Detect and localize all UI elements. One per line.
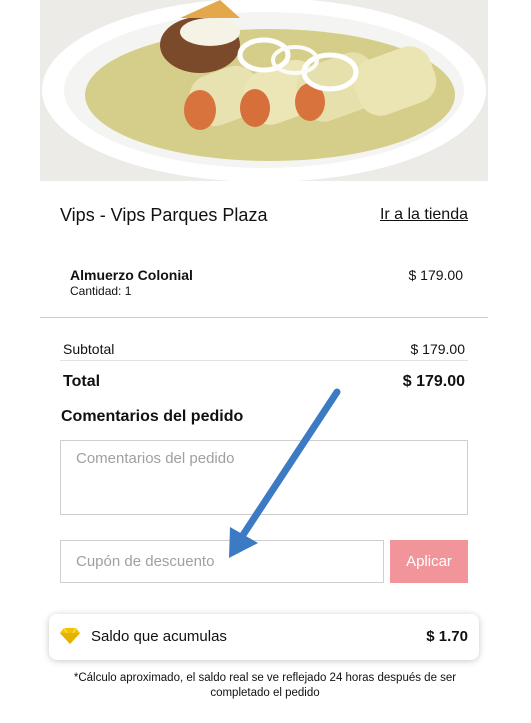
section-divider [40, 317, 488, 318]
diamond-icon [60, 627, 80, 644]
balance-label: Saldo que acumulas [91, 628, 227, 645]
total-label: Total [63, 373, 101, 390]
order-comments-field[interactable] [60, 440, 468, 515]
total-value: $ 179.00 [402, 373, 465, 390]
comments-title: Comentarios del pedido [61, 408, 244, 425]
balance-disclaimer: *Cálculo aproximado, el saldo real se ve… [73, 672, 457, 699]
subtotal-value: $ 179.00 [410, 341, 466, 357]
apply-coupon-button[interactable]: Aplicar [390, 540, 468, 583]
order-item-name: Almuerzo Colonial [70, 267, 193, 283]
order-item-price: $ 179.00 [408, 267, 464, 283]
balance-value: $ 1.70 [426, 628, 468, 645]
subtotal-label: Subtotal [63, 341, 115, 357]
balance-card: Saldo que acumulas $ 1.70 [49, 614, 479, 660]
enchiladas-dish-image [40, 0, 488, 181]
coupon-input[interactable] [60, 540, 384, 583]
go-to-store-link[interactable]: Ir a la tienda [380, 206, 468, 224]
subtotal-divider [60, 360, 468, 361]
product-image [40, 0, 488, 181]
order-item-quantity: Cantidad: 1 [70, 284, 132, 298]
store-name: Vips - Vips Parques Plaza [60, 205, 268, 225]
